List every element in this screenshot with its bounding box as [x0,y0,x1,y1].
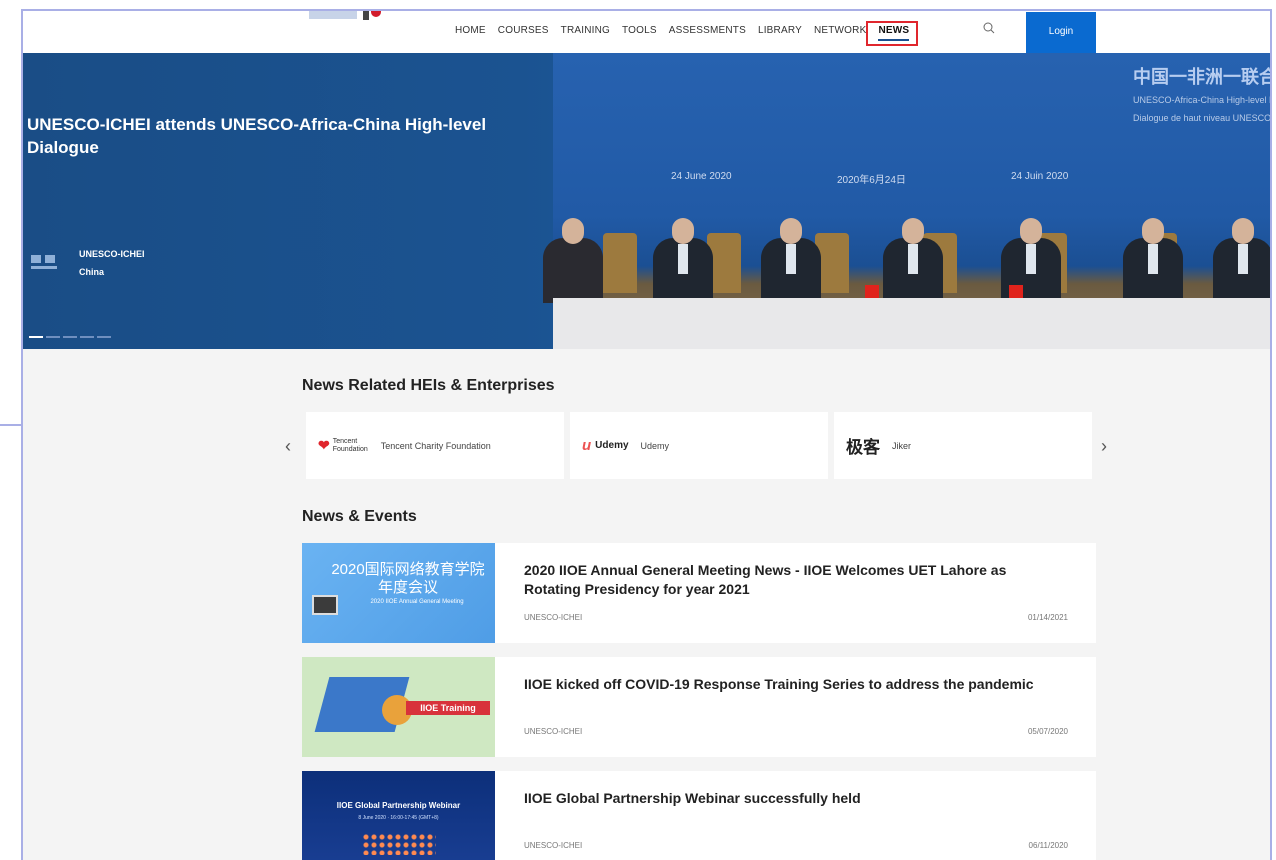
highlight-box [866,21,918,46]
carousel-dot[interactable] [46,336,60,338]
banner-date-en: 24 June 2020 [671,171,732,182]
nav-home[interactable]: HOME [455,25,486,36]
news-source: UNESCO-ICHEI [524,613,583,622]
partner-name: Udemy [640,440,670,451]
nav-assessments[interactable]: ASSESSMENTS [669,25,746,36]
chevron-right-icon[interactable]: › [1101,436,1107,457]
nav-library[interactable]: LIBRARY [758,25,802,36]
hero-org: UNESCO-ICHEI [79,249,145,259]
banner-chinese: 中国一非洲一联合国教科文组织新冠肺炎疫情期间和疫后支持非洲优先高级别对话 [1133,67,1270,87]
person [761,218,821,303]
site-logo[interactable] [309,11,419,21]
banner-english: UNESCO-Africa-China High-level Dialogue … [1133,95,1270,105]
news-item[interactable]: IIOE Global Partnership Webinar 8 June 2… [302,771,1096,860]
banner-date-fr: 24 Juin 2020 [1011,171,1069,182]
news-source: UNESCO-ICHEI [524,727,583,736]
carousel-dot[interactable] [29,336,43,338]
carousel-dot[interactable] [97,336,111,338]
partner-name: Tencent Charity Foundation [380,440,491,451]
news-source: UNESCO-ICHEI [524,841,583,850]
banner-date-cn: 2020年6月24日 [837,175,906,186]
carousel-dot[interactable] [80,336,94,338]
banner-french: Dialogue de haut niveau UNESCO-Afrique-C… [1133,113,1270,123]
tencent-logo: ❤ Tencent Foundation [318,437,368,453]
search-icon[interactable] [983,22,995,34]
news-date: 01/14/2021 [1027,613,1068,622]
main-nav: HOME COURSES TRAINING TOOLS ASSESSMENTS … [455,25,918,41]
news-title[interactable]: IIOE Global Partnership Webinar successf… [524,789,1064,808]
news-item[interactable]: IIOE Training IIOE kicked off COVID-19 R… [302,657,1096,757]
nav-network[interactable]: NETWORK [814,25,867,36]
person [653,218,713,303]
news-thumbnail[interactable]: IIOE Training [302,657,495,757]
nav-courses[interactable]: COURSES [498,25,549,36]
unesco-logo [31,253,61,271]
hero-country: China [79,267,105,277]
partner-card[interactable]: u Udemy Udemy [570,412,828,479]
login-button[interactable]: Login [1026,12,1096,53]
chevron-left-icon[interactable]: ‹ [285,436,291,457]
browser-frame: HOME COURSES TRAINING TOOLS ASSESSMENTS … [21,9,1272,860]
nav-tools[interactable]: TOOLS [622,25,657,36]
hero-carousel[interactable]: 中国一非洲一联合国教科文组织新冠肺炎疫情期间和疫后支持非洲优先高级别对话 UNE… [23,53,1270,349]
news-item[interactable]: 2020国际网络教育学院年度会议 2020 IIOE Annual Genera… [302,543,1096,643]
partner-card[interactable]: 极客 Jiker [834,412,1092,479]
news-title[interactable]: IIOE kicked off COVID-19 Response Traini… [524,675,1064,694]
person [1213,218,1270,303]
partner-name: Jiker [892,440,912,451]
news-thumbnail[interactable]: 2020国际网络教育学院年度会议 2020 IIOE Annual Genera… [302,543,495,643]
site-header: HOME COURSES TRAINING TOOLS ASSESSMENTS … [23,11,1270,53]
news-date: 05/07/2020 [1027,727,1068,736]
person [883,218,943,303]
carousel-indicators [29,325,114,343]
chair [603,233,637,293]
carousel-dot[interactable] [63,336,77,338]
annotation-line [0,424,22,426]
news-section-title: News & Events [302,508,417,525]
nav-training[interactable]: TRAINING [561,25,610,36]
partners-section-title: News Related HEIs & Enterprises [302,377,555,394]
person [543,218,603,303]
jiker-logo: 极客 [846,438,880,457]
news-date: 06/11/2020 [1028,841,1068,850]
person [1123,218,1183,303]
conference-table [553,298,1270,349]
partner-card[interactable]: ❤ Tencent Foundation Tencent Charity Fou… [306,412,564,479]
hero-title[interactable]: UNESCO-ICHEI attends UNESCO-Africa-China… [27,113,547,159]
news-title[interactable]: 2020 IIOE Annual General Meeting News - … [524,561,1064,599]
udemy-logo: u Udemy [582,437,629,454]
news-thumbnail[interactable]: IIOE Global Partnership Webinar 8 June 2… [302,771,495,860]
